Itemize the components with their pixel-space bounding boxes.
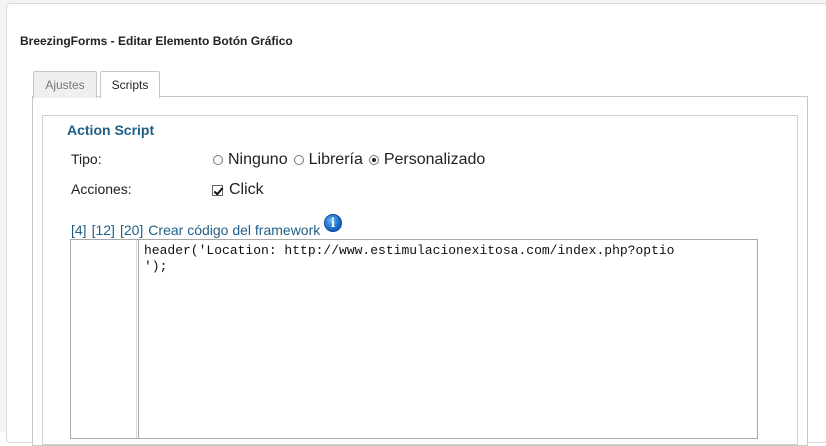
acciones-label: Acciones: (71, 181, 132, 197)
tab-scripts[interactable]: Scripts (100, 71, 160, 98)
link-crear-codigo-framework[interactable]: Crear código del framework (148, 222, 320, 238)
code-text[interactable]: header('Location: http://www.estimulacio… (144, 243, 756, 275)
link-12[interactable]: [12] (92, 222, 115, 238)
radio-option-ninguno[interactable]: Ninguno (213, 151, 288, 169)
click-checkbox-option[interactable]: Click (212, 180, 264, 200)
line-number-gutter (71, 240, 139, 438)
info-icon[interactable]: i (324, 214, 342, 232)
radio-ninguno[interactable] (213, 155, 223, 165)
script-links: [4] [12] [20] Crear código del framework (71, 222, 325, 238)
link-20[interactable]: [20] (120, 222, 143, 238)
link-4[interactable]: [4] (71, 222, 87, 238)
code-editor[interactable]: header('Location: http://www.estimulacio… (70, 239, 758, 439)
radio-label-ninguno: Ninguno (228, 151, 288, 168)
code-line-1: header('Location: http://www.estimulacio… (144, 243, 675, 258)
click-checkbox[interactable] (212, 184, 223, 196)
tipo-radio-group: Ninguno Librería Personalizado (213, 150, 491, 170)
radio-label-libreria: Librería (308, 151, 363, 168)
tab-ajustes[interactable]: Ajustes (33, 71, 97, 98)
code-line-2: '); (144, 259, 168, 274)
radio-option-personalizado[interactable]: Personalizado (368, 151, 486, 169)
click-checkbox-label: Click (229, 181, 264, 198)
tipo-label: Tipo: (71, 151, 102, 167)
radio-personalizado[interactable] (368, 155, 379, 165)
radio-option-libreria[interactable]: Librería (293, 151, 363, 169)
page: BreezingForms - Editar Elemento Botón Gr… (0, 0, 826, 446)
radio-label-personalizado: Personalizado (383, 151, 486, 168)
action-script-legend: Action Script (67, 122, 155, 138)
radio-libreria[interactable] (293, 155, 304, 165)
window-title: BreezingForms - Editar Elemento Botón Gr… (20, 34, 293, 48)
